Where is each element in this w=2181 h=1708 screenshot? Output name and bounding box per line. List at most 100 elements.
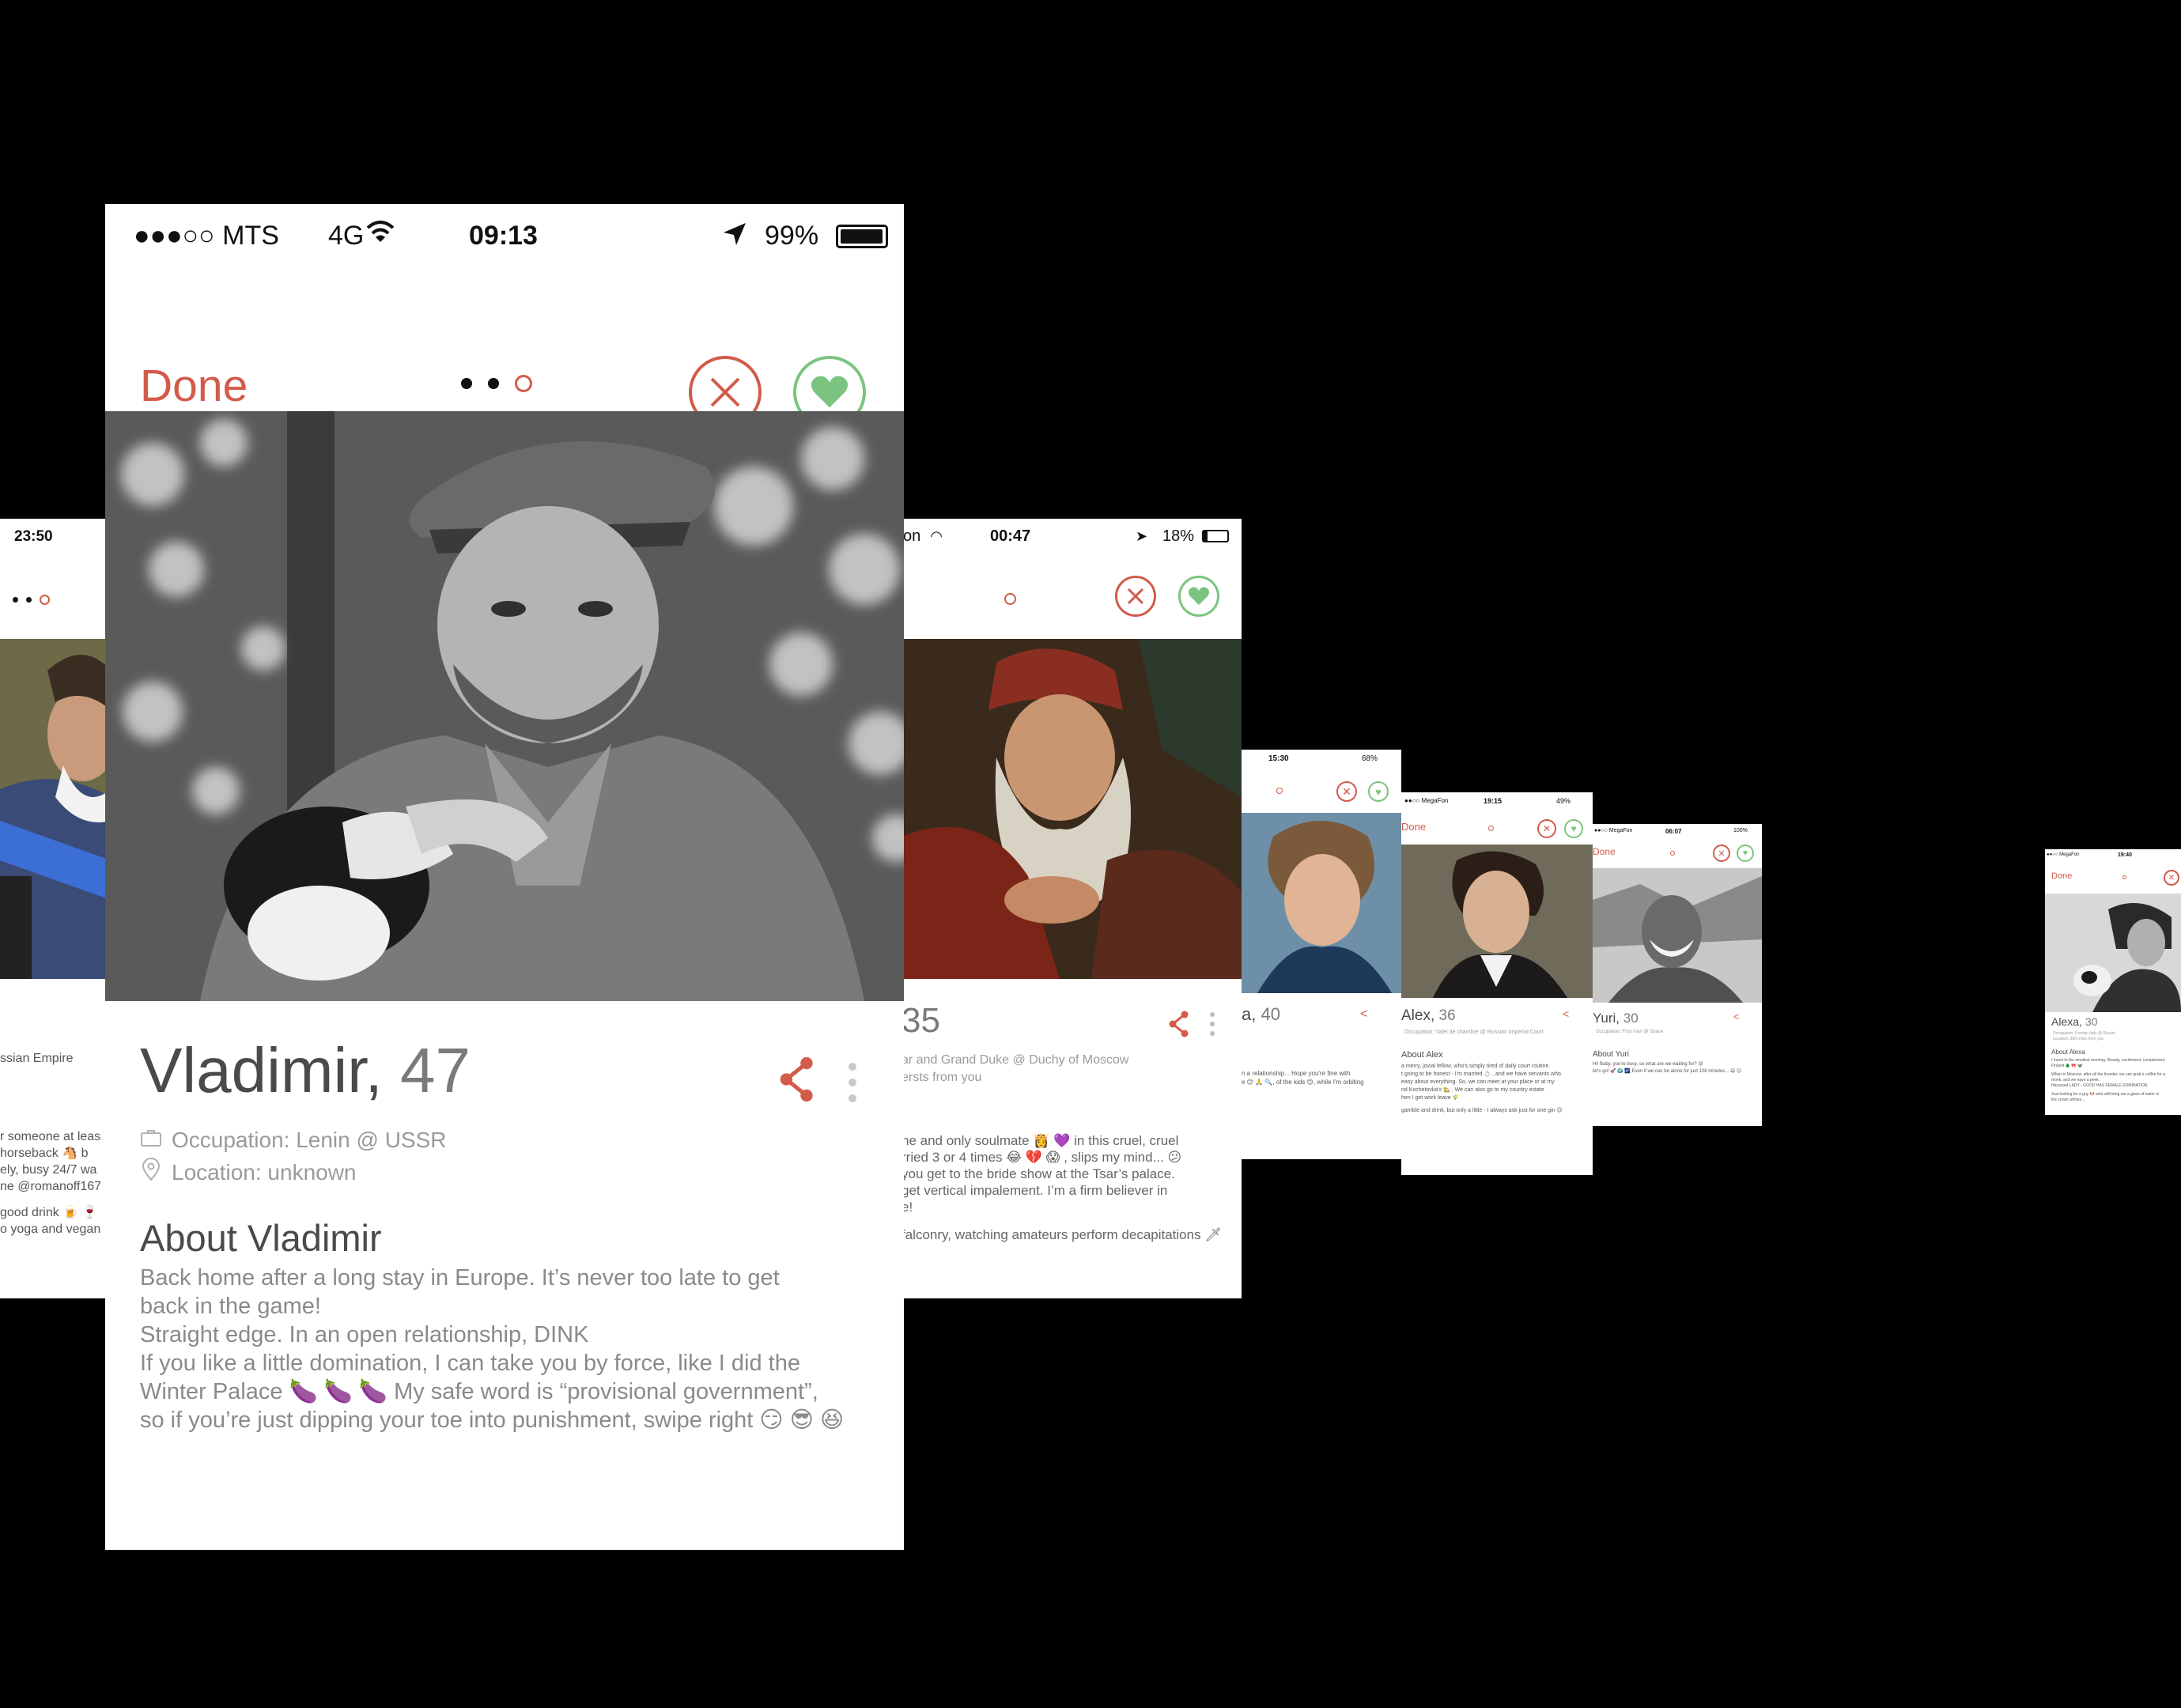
location-label: ersts from you	[902, 1071, 982, 1084]
small-profile-card-2[interactable]: ●●○○ MegaFon 19:15 49% Done ✕ ♥ Alex, 36…	[1401, 792, 1593, 1175]
status-time: 19:15	[1484, 797, 1503, 805]
status-time: 19:40	[2118, 852, 2132, 858]
status-time: 06:07	[1665, 828, 1682, 835]
battery-label: 100%	[1733, 828, 1748, 833]
page-indicator-dot	[1004, 593, 1016, 605]
done-button[interactable]: Done	[2051, 871, 2072, 881]
status-bar: ●●●○○ MTS 4G 09:13 99%	[105, 204, 904, 267]
page-indicator-dot	[1488, 826, 1494, 831]
dislike-button[interactable]: ✕	[1713, 845, 1730, 862]
close-icon	[710, 377, 740, 407]
more-options-icon[interactable]	[1210, 1012, 1215, 1036]
page-dot	[488, 378, 499, 389]
occupation-label: Occupation: Valet de chambre @ Russian I…	[1404, 1030, 1544, 1035]
status-time: 23:50	[14, 528, 53, 545]
page-dot	[461, 378, 472, 389]
about-text: Hi! Baby, you're busy, so what are we wa…	[1593, 1062, 1742, 1074]
dislike-button[interactable]: ✕	[1336, 781, 1357, 802]
share-icon[interactable]	[1169, 1011, 1189, 1041]
like-button[interactable]: ♥	[1564, 819, 1583, 838]
status-time: 00:47	[990, 527, 1031, 545]
about-text: I travel to the smallest morning, Beauty…	[2051, 1058, 2166, 1102]
about-title: About Alexa	[2051, 1049, 2085, 1056]
share-icon[interactable]: <	[1733, 1011, 1740, 1022]
done-button[interactable]: Done	[1401, 821, 1426, 833]
share-icon[interactable]: <	[1563, 1007, 1569, 1020]
done-button[interactable]: Done	[1593, 846, 1616, 857]
profile-photo	[2045, 894, 2181, 1012]
occupation-row: Occupation: Lenin @ USSR	[140, 1128, 446, 1153]
heart-icon	[1188, 587, 1210, 605]
dislike-button[interactable]: ✕	[1537, 819, 1556, 838]
left-profile-card[interactable]: 23:50 ssian Empire r someone at leas hor…	[0, 519, 111, 1298]
page-dot-current	[515, 375, 532, 392]
battery-icon	[1202, 530, 1229, 542]
about-line: so if you’re just dipping your toe into …	[140, 1408, 845, 1433]
share-icon[interactable]	[779, 1056, 815, 1106]
briefcase-icon	[140, 1128, 162, 1153]
page-indicator-dot	[1276, 788, 1283, 794]
name-label: Alex, 36	[1401, 1007, 1456, 1024]
about-title: About Yuri	[1593, 1050, 1629, 1059]
done-button[interactable]: Done	[140, 360, 248, 412]
name-label: Alexa, 30	[2051, 1015, 2098, 1028]
occupation-label: Occupation: Lenin @ USSR	[172, 1128, 447, 1152]
profile-photo	[1242, 813, 1401, 993]
main-profile-card[interactable]: ●●●○○ MTS 4G 09:13 99% Done Vladimir, 47…	[105, 204, 904, 1550]
close-icon	[1127, 588, 1144, 605]
about-line: Straight edge. In an open relationship, …	[140, 1322, 589, 1347]
location-label: Location: 300 miles from you	[2053, 1037, 2104, 1041]
about-text: a merry, jovial fellow, who's simply tir…	[1401, 1064, 1563, 1113]
carrier-label: on	[903, 527, 921, 545]
like-button[interactable]: ♥	[1368, 781, 1389, 802]
profile-photo	[1401, 845, 1593, 998]
about-text: n a relationship... Hope you're fine wit…	[1242, 1070, 1364, 1086]
about-line: If you like a little domination, I can t…	[140, 1351, 800, 1376]
page-indicator-dot	[1670, 851, 1675, 856]
location-row: Location: unknown	[140, 1158, 357, 1187]
share-icon[interactable]: <	[1360, 1007, 1367, 1022]
right-profile-card[interactable]: on ◠ 00:47 ➤ 18% 35 ar and Grand Duke @ …	[902, 519, 1242, 1298]
occupation-label: Occupation: First man @ Space	[1596, 1030, 1664, 1034]
carrier-label: ●●○○ MegaFon	[1404, 797, 1449, 804]
status-time: 15:30	[1268, 754, 1289, 763]
profile-photo	[1593, 868, 1762, 1003]
battery-label: 68%	[1362, 754, 1378, 763]
small-profile-card-4[interactable]: ●●○○ MegaFon 19:40 Done ✕ Alexa, 30 Occu…	[2045, 849, 2181, 1115]
status-time: 09:13	[469, 220, 538, 251]
about-line: back in the game!	[140, 1294, 321, 1319]
occupation-label: ar and Grand Duke @ Duchy of Moscow	[902, 1053, 1129, 1067]
about-text: ne and only soulmate 👸 💜 in this cruel, …	[902, 1133, 1222, 1242]
battery-icon	[836, 225, 888, 248]
like-button[interactable]	[1178, 576, 1219, 617]
name-label: a, 40	[1242, 1004, 1280, 1024]
page-indicator-dot	[2122, 875, 2126, 879]
more-options-icon[interactable]	[849, 1063, 856, 1102]
heart-icon	[811, 376, 849, 408]
network-label: 4G	[328, 220, 365, 251]
about-line: Back home after a long stay in Europe. I…	[140, 1265, 780, 1290]
small-profile-card-3[interactable]: ●●○○ MegaFon 06:07 100% Done ✕ ♥ Yuri, 3…	[1593, 824, 1762, 1126]
page-indicator	[13, 595, 50, 605]
about-text: Back home after a long stay in Europe. I…	[140, 1264, 875, 1434]
age-label: 47	[400, 1035, 471, 1105]
name-label: Yuri, 30	[1593, 1011, 1639, 1026]
about-line: Winter Palace 🍆 🍆 🍆 My safe word is “pro…	[140, 1379, 818, 1404]
location-pin-icon	[140, 1158, 162, 1187]
battery-label: 18%	[1162, 527, 1195, 545]
occupation-label: Occupation: Foreign lady @ Russia	[2053, 1031, 2115, 1036]
about-text: ssian Empire r someone at leas horseback…	[0, 1052, 102, 1236]
status-bar: on ◠ 00:47 ➤ 18%	[902, 519, 1242, 554]
dislike-button[interactable]: ✕	[2164, 870, 2179, 886]
dislike-button[interactable]	[1115, 576, 1156, 617]
location-arrow-icon	[722, 221, 747, 254]
about-title: About Vladimir	[140, 1217, 382, 1259]
small-profile-card-1[interactable]: 15:30 68% ✕ ♥ a, 40 < n a relationship..…	[1242, 750, 1401, 1159]
wifi-icon: ◠	[930, 527, 943, 544]
carrier-label: ●●○○ MegaFon	[1594, 828, 1633, 833]
age-label: 35	[902, 1001, 940, 1040]
wifi-icon	[366, 220, 395, 251]
profile-photo	[105, 411, 904, 1001]
profile-photo	[902, 639, 1242, 979]
like-button[interactable]: ♥	[1737, 845, 1754, 862]
